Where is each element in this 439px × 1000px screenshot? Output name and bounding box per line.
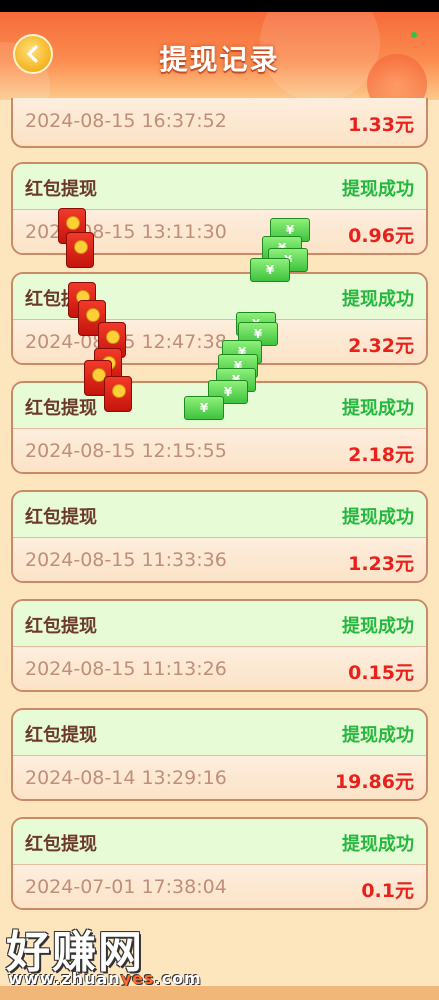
record-label: 红包提现: [25, 616, 97, 637]
header: 提现记录: [0, 12, 439, 100]
status-bar: [0, 0, 439, 12]
record-amount: 0.96元: [348, 225, 414, 247]
record-datetime: 2024-08-14 13:29:16: [25, 767, 227, 789]
money-note-icon: ¥: [250, 258, 290, 282]
record-label: 红包提现: [25, 725, 97, 746]
record-card-partial: 2024-08-15 16:37:52 1.33元: [11, 98, 428, 148]
record-status: 提现成功: [342, 398, 414, 419]
record-status: 提现成功: [342, 179, 414, 200]
record-card: 红包提现 提现成功 2024-08-15 11:13:26 0.15元: [11, 599, 428, 692]
record-label: 红包提现: [25, 179, 97, 200]
record-amount: 2.32元: [348, 335, 414, 357]
record-datetime: 2024-08-15 12:15:55: [25, 440, 227, 462]
record-status: 提现成功: [342, 725, 414, 746]
record-amount: 19.86元: [334, 771, 414, 793]
record-status: 提现成功: [342, 289, 414, 310]
money-note-icon: ¥: [184, 396, 224, 420]
record-card: 红包提现 提现成功 2024-08-14 13:29:16 19.86元: [11, 708, 428, 801]
red-envelope-icon: [66, 232, 94, 268]
record-label: 红包提现: [25, 834, 97, 855]
record-label: 红包提现: [25, 398, 97, 419]
record-amount: 2.18元: [348, 444, 414, 466]
record-amount: 1.33元: [348, 114, 414, 136]
record-datetime: 2024-07-01 17:38:04: [25, 876, 227, 898]
record-status: 提现成功: [342, 616, 414, 637]
record-card: 红包提现 提现成功 2024-07-01 17:38:04 0.1元: [11, 817, 428, 910]
record-datetime: 2024-08-15 11:33:36: [25, 549, 227, 571]
record-amount: 0.15元: [348, 662, 414, 684]
bottom-edge: [0, 986, 439, 1000]
record-status: 提现成功: [342, 834, 414, 855]
record-label: 红包提现: [25, 507, 97, 528]
record-card: 红包提现 提现成功 2024-08-15 11:33:36 1.23元: [11, 490, 428, 583]
record-amount: 1.23元: [348, 553, 414, 575]
red-envelope-icon: [104, 376, 132, 412]
record-datetime: 2024-08-15 13:11:30: [25, 221, 227, 243]
record-status: 提现成功: [342, 507, 414, 528]
record-amount: 0.1元: [361, 880, 414, 902]
page-title: 提现记录: [159, 43, 280, 76]
record-datetime: 2024-08-15 16:37:52: [25, 110, 227, 132]
record-datetime: 2024-08-15 11:13:26: [25, 658, 227, 680]
